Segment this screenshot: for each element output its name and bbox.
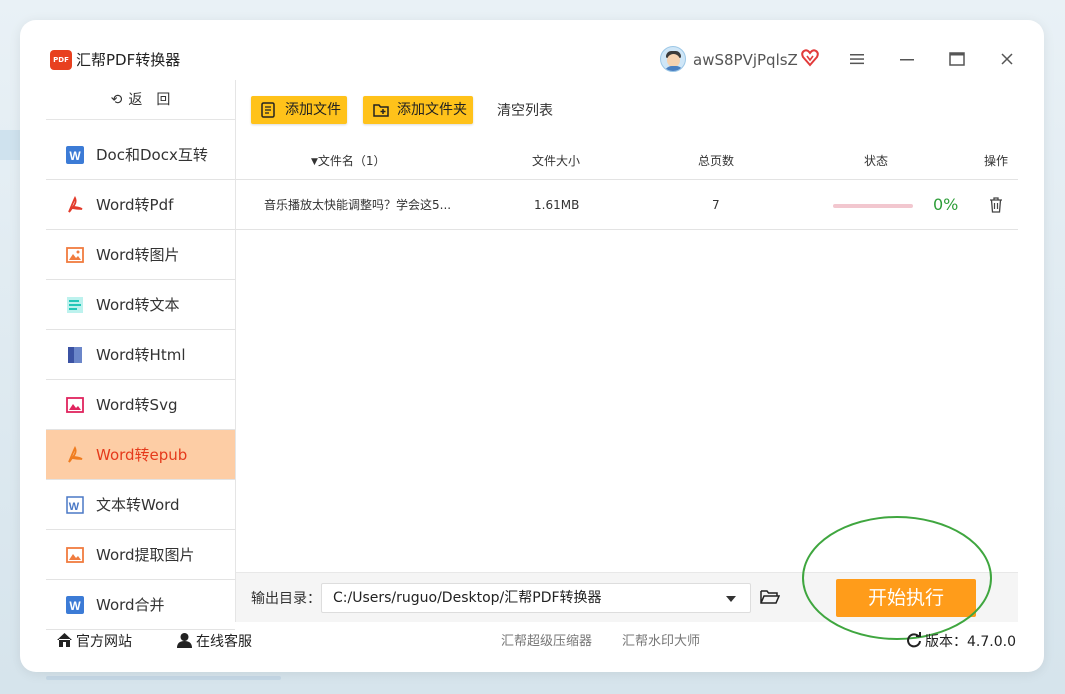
file-name: 音乐播放太快能调整吗？学会这5... [264,198,452,212]
headset-icon [177,633,192,648]
official-website-link[interactable]: 官方网站 [56,632,132,652]
sidebar-item-label: 文本转Word [96,496,180,514]
output-dir-select[interactable]: C:/Users/ruguo/Desktop/汇帮PDF转换器 [321,583,751,613]
folder-open-icon[interactable] [760,588,780,606]
sidebar-item-text-word[interactable]: W 文本转Word [46,480,235,530]
add-folder-icon [373,104,389,117]
add-folder-label: 添加文件夹 [397,102,467,118]
sidebar-item-label: Doc和Docx互转 [96,146,208,164]
table-header: ▼文件名（1） 文件大小 总页数 状态 操作 [236,142,1018,180]
online-support-link[interactable]: 在线客服 [176,632,252,652]
home-icon [57,633,72,647]
sidebar-item-label: Word转epub [96,446,188,464]
sidebar-item-label: Word转Svg [96,396,178,414]
back-label: 返 回 [128,92,171,108]
sidebar-item-label: Word转图片 [96,246,180,264]
progress-bar [833,204,913,208]
pdf-icon [68,196,83,213]
col-size-header: 文件大小 [532,154,581,168]
file-size: 1.61MB [534,198,580,212]
sidebar-item-label: Word合并 [96,596,165,614]
sidebar-item-label: Word转Html [96,346,186,364]
sidebar-item-word-svg[interactable]: Word转Svg [46,380,235,430]
title-bar: PDF 汇帮PDF转换器 awS8PVjPqlsZ [20,20,1044,80]
menu-icon[interactable] [846,48,868,70]
svg-text:W: W [69,149,81,163]
add-file-button[interactable]: 添加文件 [251,96,347,124]
footer: 官方网站 在线客服 汇帮超级压缩器 汇帮水印大师 版本：4.7.0.0 [20,622,1044,672]
sidebar-item-word-pdf[interactable]: Word转Pdf [46,180,235,230]
sidebar-item-doc-docx[interactable]: W Doc和Docx互转 [46,130,235,180]
app-logo-icon: PDF [50,50,72,70]
merge-icon: W [66,596,84,614]
output-dir-label: 输出目录： [251,591,321,607]
text-icon [67,297,83,313]
version-info[interactable]: 版本：4.7.0.0 [906,632,1016,652]
epub-icon [68,446,83,463]
sidebar-item-word-epub[interactable]: Word转epub [46,430,235,480]
clear-list-button[interactable]: 清空列表 [497,101,553,121]
maximize-icon[interactable] [946,48,968,70]
vip-heart-icon[interactable] [801,49,819,67]
sidebar-item-word-text[interactable]: Word转文本 [46,280,235,330]
text-to-word-icon: W [66,496,84,514]
word-icon: W [66,146,84,164]
app-title: 汇帮PDF转换器 [76,51,181,69]
sidebar-item-label: Word转文本 [96,296,180,314]
sidebar-item-word-html[interactable]: Word转Html [46,330,235,380]
sort-caret-icon: ▼ [311,157,318,167]
app-window: PDF 汇帮PDF转换器 awS8PVjPqlsZ ⟲ 返 回 W Doc和Do… [20,20,1044,672]
sidebar-item-word-image[interactable]: Word转图片 [46,230,235,280]
back-arrow-icon: ⟲ [110,92,123,108]
col-status-header: 状态 [864,154,889,168]
svg-text:W: W [69,599,81,613]
extract-image-icon [66,547,84,563]
sidebar-item-label: Word转Pdf [96,196,174,214]
html-icon [68,347,82,363]
minimize-icon[interactable] [896,48,918,70]
col-action-header: 操作 [984,154,1009,168]
sidebar-item-extract-image[interactable]: Word提取图片 [46,530,235,580]
sidebar: ⟲ 返 回 W Doc和Docx互转 Word转Pdf Word转图片 Word转… [46,80,235,630]
compressor-link[interactable]: 汇帮超级压缩器 [501,632,592,652]
refresh-icon [907,632,921,648]
sidebar-item-label: Word提取图片 [96,546,195,564]
add-file-icon [261,102,275,118]
svg-text:W: W [69,501,80,513]
add-folder-button[interactable]: 添加文件夹 [363,96,473,124]
col-pages-header: 总页数 [698,154,735,168]
svg-icon [66,397,84,413]
col-filename-header[interactable]: ▼文件名（1） [311,152,386,171]
image-icon [66,247,84,263]
trash-icon[interactable] [989,197,1003,213]
chevron-down-icon [726,596,736,602]
output-dir-path: C:/Users/ruguo/Desktop/汇帮PDF转换器 [333,590,602,606]
back-button[interactable]: ⟲ 返 回 [46,80,235,120]
progress-percent: 0% [933,195,959,214]
watermark-link[interactable]: 汇帮水印大师 [622,632,700,652]
user-avatar[interactable] [660,46,686,72]
close-icon[interactable] [996,48,1018,70]
page-count: 7 [712,198,720,212]
add-file-label: 添加文件 [285,102,341,118]
username[interactable]: awS8PVjPqlsZ [693,50,798,70]
table-row[interactable]: 音乐播放太快能调整吗？学会这5... 1.61MB 7 0% [236,180,1018,230]
background-line [46,676,281,680]
